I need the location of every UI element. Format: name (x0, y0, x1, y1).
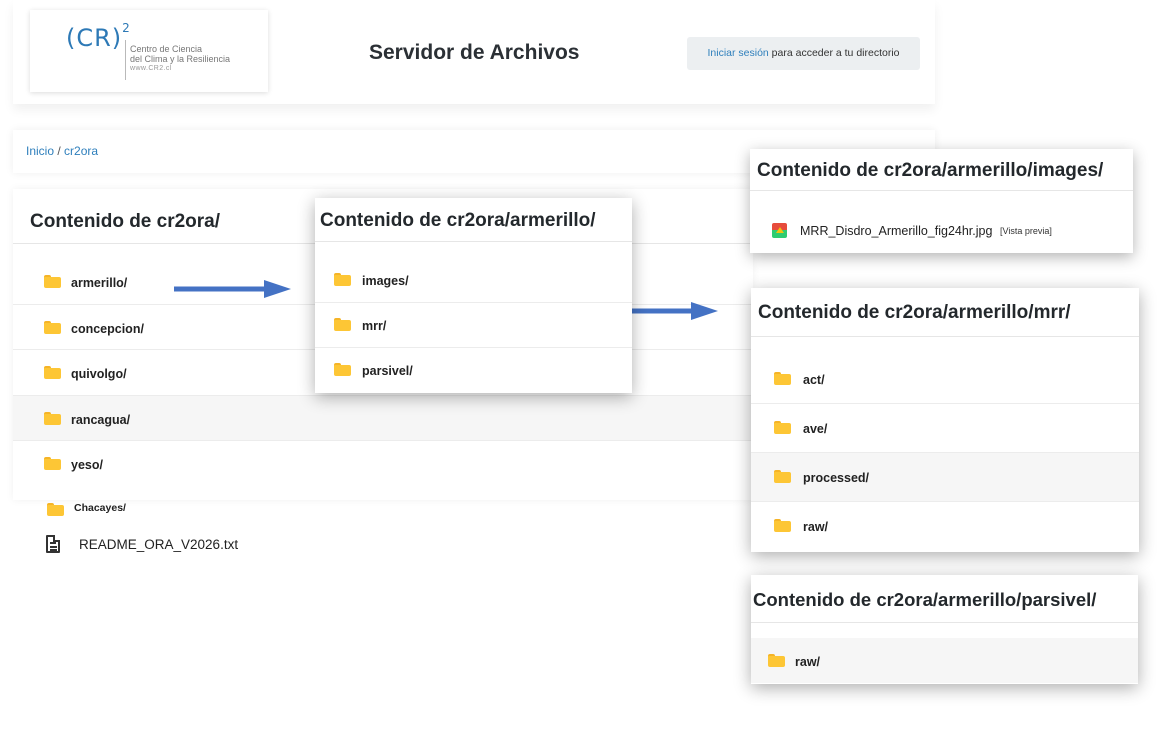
folder-row-processed[interactable]: processed/ (751, 453, 1139, 502)
armerillo-directory-panel: Contenido de cr2ora/armerillo/ images/ m… (315, 198, 632, 393)
folder-label: images/ (362, 274, 409, 288)
panel-title: Contenido de cr2ora/armerillo/parsivel/ (753, 589, 1097, 610)
cr2-logo[interactable]: (CR)2 Centro de Ciencia del Clima y la R… (30, 10, 268, 92)
panel-title: Contenido de cr2ora/armerillo/mrr/ (758, 302, 1071, 323)
folder-label-chacayes[interactable]: Chacayes/ (74, 502, 126, 514)
folder-label: raw/ (795, 655, 821, 669)
mrr-directory-panel: Contenido de cr2ora/armerillo/mrr/ act/ … (751, 288, 1139, 552)
panel-title: Contenido de cr2ora/ (30, 211, 221, 232)
folder-row-raw[interactable]: raw/ (751, 638, 1138, 683)
parsivel-directory-panel: Contenido de cr2ora/armerillo/parsivel/ … (751, 575, 1138, 684)
login-notice-text: para acceder a tu directorio (768, 47, 900, 59)
folder-label: mrr/ (362, 319, 387, 333)
folder-row-mrr[interactable]: mrr/ (315, 303, 632, 348)
divider (315, 241, 632, 242)
folder-label: processed/ (803, 471, 870, 485)
folder-label: armerillo/ (71, 276, 128, 290)
folder-row-ave[interactable]: ave/ (751, 404, 1139, 453)
site-title: Servidor de Archivos (369, 41, 580, 64)
login-link[interactable]: Iniciar sesión (707, 47, 768, 59)
folder-row-yeso[interactable]: yeso/ (13, 441, 753, 487)
breadcrumb-home[interactable]: Inicio (26, 144, 54, 158)
login-notice: Iniciar sesión para acceder a tu directo… (687, 37, 920, 70)
arrow-right-icon (174, 280, 291, 298)
preview-link[interactable]: [Vista previa] (1000, 226, 1052, 236)
folder-row-images[interactable]: images/ (315, 258, 632, 303)
folder-label: quivolgo/ (71, 367, 127, 381)
folder-label: act/ (803, 373, 825, 387)
image-file-icon (772, 223, 787, 238)
panel-title: Contenido de cr2ora/armerillo/images/ (757, 160, 1104, 181)
folder-label: yeso/ (71, 458, 103, 472)
panel-title: Contenido de cr2ora/armerillo/ (320, 210, 596, 231)
folder-label: ave/ (803, 422, 828, 436)
folder-label: parsivel/ (362, 364, 413, 378)
logo-mark: (CR)2 (66, 21, 131, 52)
site-header: (CR)2 Centro de Ciencia del Clima y la R… (13, 0, 935, 104)
breadcrumb-separator: / (54, 144, 65, 158)
folder-row-act[interactable]: act/ (751, 355, 1139, 404)
folder-label: rancagua/ (71, 412, 131, 427)
logo-text: Centro de Ciencia del Clima y la Resilie… (130, 44, 231, 72)
divider (750, 190, 1133, 191)
logo-divider (125, 40, 126, 80)
folder-row-parsivel[interactable]: parsivel/ (315, 348, 632, 393)
text-file-icon (46, 535, 60, 553)
breadcrumb-current[interactable]: cr2ora (64, 144, 98, 158)
images-directory-panel: Contenido de cr2ora/armerillo/images/ MR… (750, 149, 1133, 253)
folder-row-rancagua[interactable]: rancagua/ (13, 395, 753, 441)
file-label-readme[interactable]: README_ORA_V2026.txt (79, 537, 238, 552)
divider (751, 622, 1138, 623)
file-label[interactable]: MRR_Disdro_Armerillo_fig24hr.jpg (800, 224, 992, 238)
divider (751, 336, 1139, 337)
folder-label: raw/ (803, 520, 829, 534)
folder-row-raw[interactable]: raw/ (751, 502, 1139, 551)
folder-label: concepcion/ (71, 321, 144, 336)
